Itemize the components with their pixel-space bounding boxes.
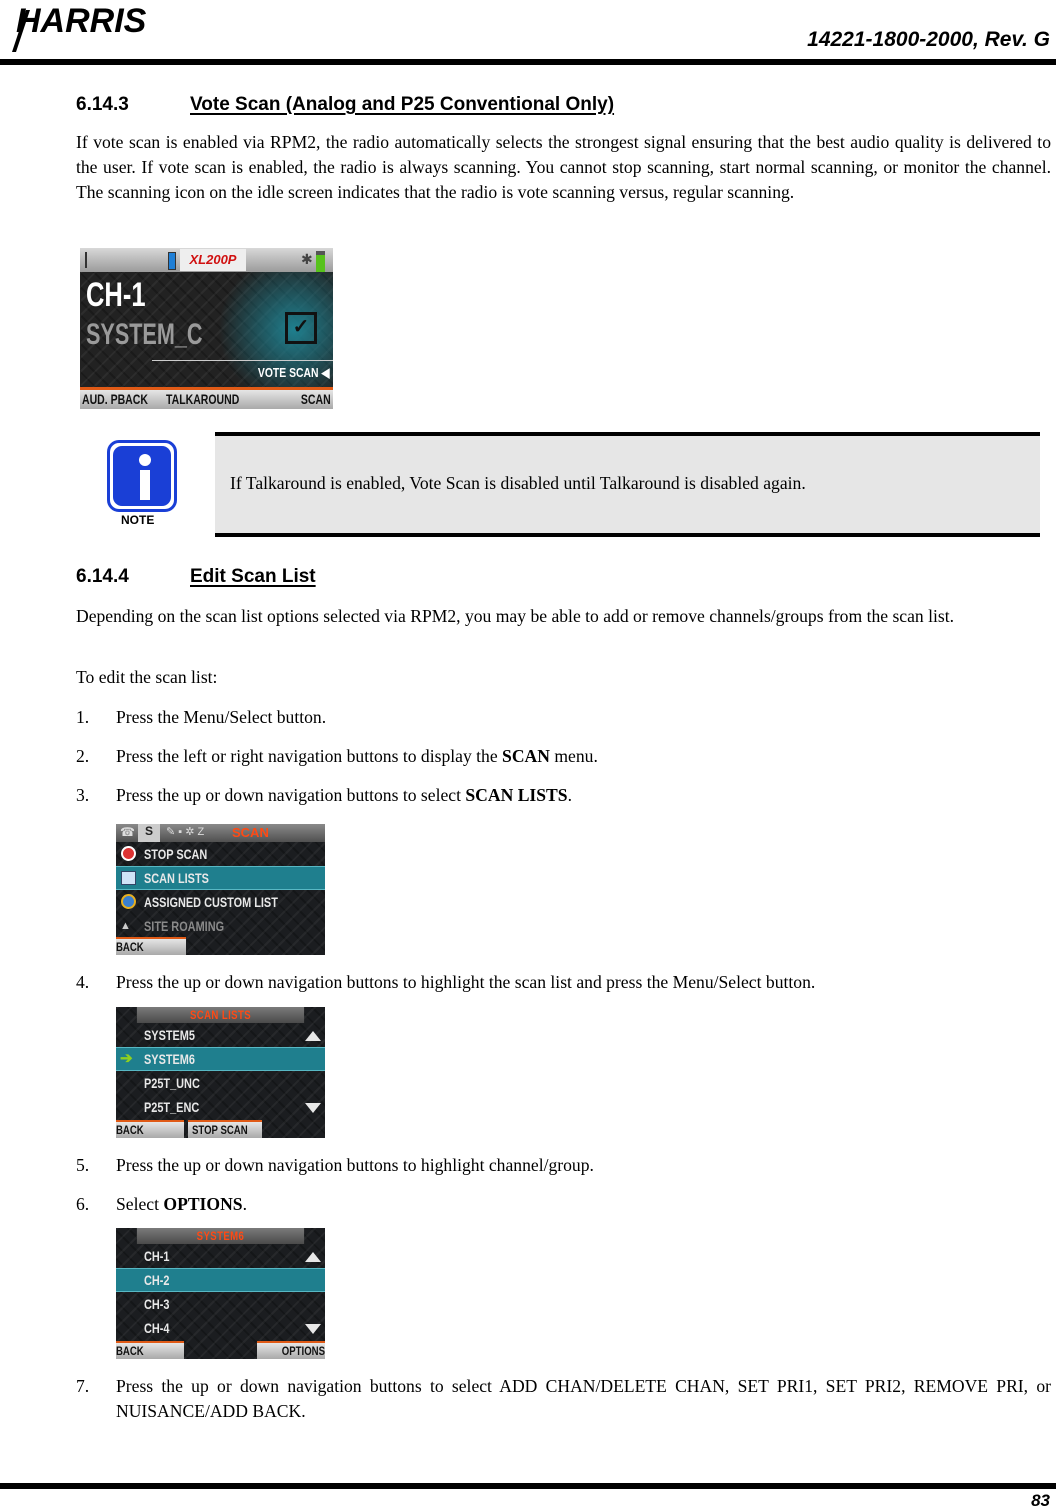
radio-idle-screen: XL200P ✱ CH-1 SYSTEM_C ✓ VOTE SCAN ◀ AUD… — [80, 248, 333, 409]
tools-icons: ✎ ▪ ✲ Z — [166, 826, 205, 838]
softkey-scan[interactable]: SCAN — [301, 391, 331, 407]
menu-item-site-roaming[interactable]: ▲ SITE ROAMING — [116, 914, 325, 938]
list-item-selected[interactable]: ➔ SYSTEM6 — [116, 1047, 325, 1071]
harris-logo-icon: HARRIS — [12, 2, 147, 52]
softkey-aud-pback[interactable]: AUD. PBACK — [82, 391, 148, 407]
step-number: 5. — [76, 1155, 90, 1175]
vote-scan-status: VOTE SCAN ◀ — [257, 365, 329, 380]
step-1: 1. Press the Menu/Select button. — [76, 705, 1051, 730]
softkey-bar: AUD. PBACK TALKAROUND SCAN — [80, 387, 333, 409]
list-item[interactable]: SYSTEM5 — [116, 1023, 325, 1047]
step-4: 4. Press the up or down navigation button… — [76, 970, 1051, 995]
step-number: 7. — [76, 1376, 90, 1396]
softkey-talkaround[interactable]: TALKAROUND — [166, 391, 239, 407]
list-item-selected[interactable]: CH-2 — [116, 1268, 325, 1292]
step-3: 3. Press the up or down navigation button… — [76, 783, 1051, 808]
softkey-options[interactable]: OPTIONS — [257, 1341, 325, 1359]
section-heading-edit-scan-list: 6.14.4 Edit Scan List — [76, 566, 316, 588]
vote-scan-label: VOTE SCAN — [257, 365, 319, 380]
step-number: 6. — [76, 1194, 90, 1214]
custom-list-icon — [121, 894, 136, 909]
volume-icon — [168, 252, 176, 270]
footer-rule — [0, 1483, 1056, 1489]
softkey-back[interactable]: BACK — [116, 1341, 184, 1359]
list-item[interactable]: CH-1 — [116, 1244, 325, 1268]
step-number: 3. — [76, 785, 90, 805]
site-roaming-icon: ▲ — [120, 920, 131, 932]
softkey-back[interactable]: BACK — [116, 937, 186, 955]
menu-tabs: ☎ S ✎ ▪ ✲ Z SCAN — [116, 824, 325, 842]
section-title: Vote Scan (Analog and P25 Conventional O… — [190, 94, 615, 115]
arrow-right-icon: ➔ — [120, 1050, 133, 1067]
scan-lists-icon — [121, 871, 136, 885]
battery-icon — [316, 251, 325, 272]
screen-title: SYSTEM6 — [136, 1228, 305, 1244]
step-text: Press the left or right navigation butto… — [116, 746, 598, 766]
list-item[interactable]: P25T_UNC — [116, 1071, 325, 1095]
step-number: 4. — [76, 972, 90, 992]
step-text: Press the Menu/Select button. — [116, 707, 327, 727]
vote-scan-icon: ✓ — [285, 312, 317, 344]
vote-scan-paragraph: If vote scan is enabled via RPM2, the ra… — [76, 132, 1051, 202]
softkey-stop-scan[interactable]: STOP SCAN — [188, 1120, 262, 1138]
step-number: 2. — [76, 746, 90, 766]
step-7: 7. Press the up or down navigation button… — [76, 1374, 1051, 1424]
document-number: 14221-1800-2000, Rev. G — [807, 28, 1050, 51]
step-5: 5. Press the up or down navigation button… — [76, 1153, 1051, 1178]
channel-name: CH-1 — [86, 276, 146, 314]
brand-badge: XL200P — [180, 249, 246, 271]
scan-menu-screen: ☎ S ✎ ▪ ✲ Z SCAN STOP SCAN SCAN LISTS AS… — [116, 824, 325, 955]
page-number: 83 — [1031, 1491, 1050, 1510]
list-item[interactable]: P25T_ENC — [116, 1095, 325, 1119]
step-2: 2. Press the left or right navigation but… — [76, 744, 1051, 769]
header-rule — [0, 59, 1056, 65]
screen-title: SCAN LISTS — [136, 1007, 305, 1023]
scroll-down-icon[interactable] — [305, 1324, 321, 1334]
edit-scan-paragraph: Depending on the scan list options selec… — [76, 606, 955, 626]
step-number: 1. — [76, 707, 90, 727]
step-text: Select OPTIONS. — [116, 1194, 247, 1214]
menu-title: SCAN — [232, 825, 269, 840]
edit-scan-intro: To edit the scan list: — [76, 667, 218, 687]
section-number: 6.14.4 — [76, 566, 129, 587]
step-text: Press the up or down navigation buttons … — [116, 1155, 594, 1175]
step-text: Press the up or down navigation buttons … — [116, 785, 572, 805]
system6-screen: SYSTEM6 CH-1 CH-2 CH-3 CH-4 BACK OPTIONS — [116, 1228, 325, 1359]
step-text: Press the up or down navigation buttons … — [116, 972, 816, 992]
signal-icon — [85, 252, 101, 268]
step-text: Press the up or down navigation buttons … — [116, 1376, 1051, 1421]
note-info-icon — [107, 440, 177, 512]
scan-lists-screen: SCAN LISTS SYSTEM5 ➔ SYSTEM6 P25T_UNC P25… — [116, 1007, 325, 1138]
bluetooth-icon: ✱ — [301, 251, 313, 267]
harris-logo: HARRIS — [4, 2, 224, 54]
scroll-up-icon[interactable] — [305, 1031, 321, 1041]
menu-item-stop-scan[interactable]: STOP SCAN — [116, 842, 325, 866]
section-number: 6.14.3 — [76, 94, 129, 115]
system-name: SYSTEM_C — [86, 318, 203, 351]
softkey-back[interactable]: BACK — [116, 1120, 184, 1138]
status-bar: XL200P ✱ — [80, 248, 333, 272]
list-item[interactable]: CH-4 — [116, 1316, 325, 1340]
phone-icon: ☎ — [120, 825, 135, 839]
logo-text: HARRIS — [16, 2, 147, 40]
list-item[interactable]: CH-3 — [116, 1292, 325, 1316]
idle-body: CH-1 SYSTEM_C ✓ VOTE SCAN ◀ — [80, 272, 333, 387]
section-title: Edit Scan List — [190, 566, 316, 587]
stop-scan-icon — [121, 846, 136, 861]
step-6: 6. Select OPTIONS. — [76, 1192, 1051, 1217]
note-label: NOTE — [121, 513, 155, 527]
scan-tab-icon[interactable]: S — [138, 824, 160, 842]
section-heading-vote-scan: 6.14.3 Vote Scan (Analog and P25 Conventi… — [76, 94, 614, 116]
scroll-down-icon[interactable] — [305, 1103, 321, 1113]
note-text: If Talkaround is enabled, Vote Scan is d… — [230, 473, 806, 493]
scroll-up-icon[interactable] — [305, 1252, 321, 1262]
menu-item-scan-lists[interactable]: SCAN LISTS — [116, 866, 325, 890]
menu-item-assigned-custom-list[interactable]: ASSIGNED CUSTOM LIST — [116, 890, 325, 914]
